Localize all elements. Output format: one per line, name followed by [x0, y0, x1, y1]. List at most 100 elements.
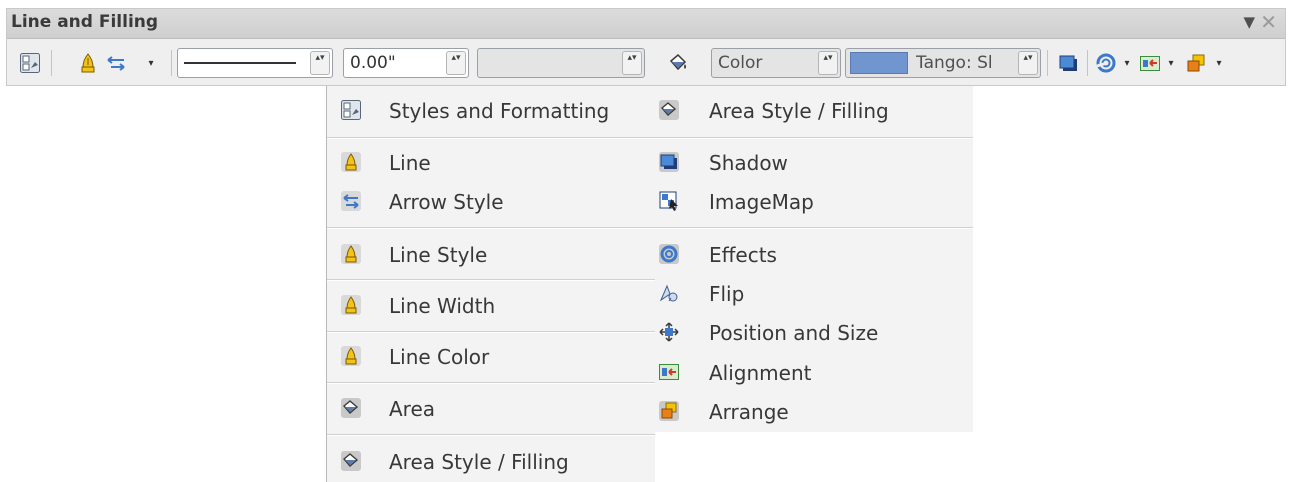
- menu-separator: [327, 331, 655, 333]
- arrow-style-dropdown[interactable]: ▾: [145, 54, 157, 72]
- menu-item-label: Flip: [709, 282, 745, 306]
- flip-icon: [657, 281, 681, 305]
- position-and-size-icon: [657, 320, 681, 344]
- alignment-dropdown[interactable]: ▾: [1165, 54, 1177, 72]
- area-color-value: Tango: Sl: [916, 53, 993, 73]
- menu-item-effects[interactable]: Effects: [655, 234, 973, 274]
- line-style-select[interactable]: ▴▾: [177, 48, 333, 78]
- menu-item-alignment[interactable]: Alignment: [655, 352, 973, 392]
- menu-item-label: Position and Size: [709, 321, 879, 345]
- menu-item-shadow[interactable]: Shadow: [655, 142, 973, 182]
- menu-separator: [327, 279, 655, 281]
- toolbar-titlebar[interactable]: Line and Filling ▼ ✕: [7, 9, 1285, 39]
- styles-and-formatting-icon: [20, 53, 40, 73]
- menu-item-flip[interactable]: Flip: [655, 273, 973, 313]
- toolbar-menu-left-column: Styles and Formatting Line Arrow Style L…: [326, 86, 655, 482]
- menu-separator: [327, 382, 655, 384]
- menu-item-label: Arrow Style: [389, 190, 504, 214]
- menu-item-styles-and-formatting[interactable]: Styles and Formatting: [327, 90, 655, 130]
- styles-and-formatting-button[interactable]: [17, 50, 43, 76]
- line-icon: [339, 150, 363, 174]
- line-color-spin[interactable]: ▴▾: [622, 51, 642, 75]
- menu-item-label: Line Style: [389, 243, 488, 267]
- menu-item-label: Alignment: [709, 361, 812, 385]
- arrange-button[interactable]: [1183, 50, 1209, 76]
- menu-item-area[interactable]: Area: [327, 388, 655, 428]
- alignment-button[interactable]: [1137, 50, 1163, 76]
- menu-item-line[interactable]: Line: [327, 142, 655, 182]
- line-width-icon: [339, 293, 363, 317]
- effects-button[interactable]: [1093, 50, 1119, 76]
- styles-and-formatting-icon: [339, 98, 363, 122]
- menu-item-label: Line: [389, 151, 431, 175]
- menu-item-label: Area Style / Filling: [709, 99, 889, 123]
- area-icon: [339, 396, 363, 420]
- line-color-select[interactable]: ▴▾: [477, 48, 645, 78]
- area-type-value: Color: [718, 53, 763, 73]
- menu-item-line-width[interactable]: Line Width: [327, 285, 655, 325]
- arrange-icon: [1187, 54, 1205, 72]
- area-style-filling-icon: [657, 98, 681, 122]
- effects-icon: [1096, 53, 1116, 73]
- menu-item-label: Line Color: [389, 345, 490, 369]
- shadow-icon: [657, 150, 681, 174]
- line-width-field[interactable]: 0.00" ▴▾: [343, 48, 469, 78]
- menu-item-imagemap[interactable]: ImageMap: [655, 181, 973, 221]
- line-width-value: 0.00": [350, 53, 396, 73]
- arrange-icon: [657, 399, 681, 423]
- toolbar-separator: [51, 50, 52, 76]
- menu-item-label: Arrange: [709, 400, 789, 424]
- menu-item-area-style-filling[interactable]: Area Style / Filling: [655, 90, 973, 130]
- menu-separator: [327, 227, 655, 229]
- menu-item-position-and-size[interactable]: Position and Size: [655, 312, 973, 352]
- arrow-style-button[interactable]: [103, 50, 129, 76]
- toolbar-separator: [1047, 50, 1048, 76]
- menu-item-label: Area: [389, 397, 436, 421]
- line-icon: [81, 53, 95, 73]
- line-style-icon: [339, 242, 363, 266]
- menu-separator: [327, 434, 655, 436]
- menu-item-arrange[interactable]: Arrange: [655, 391, 973, 431]
- area-type-select[interactable]: Color ▴▾: [711, 48, 841, 78]
- menu-item-line-style[interactable]: Line Style: [327, 234, 655, 274]
- area-style-filling-button[interactable]: [665, 50, 691, 76]
- imagemap-icon: [657, 189, 681, 213]
- line-color-icon: [339, 344, 363, 368]
- menu-item-label: Shadow: [709, 151, 788, 175]
- toolbar-separator: [1087, 50, 1088, 76]
- alignment-icon: [657, 360, 681, 384]
- menu-item-arrow-style[interactable]: Arrow Style: [327, 181, 655, 221]
- area-type-spin[interactable]: ▴▾: [818, 51, 838, 75]
- area-style-filling-icon: [339, 449, 363, 473]
- alignment-icon: [1140, 56, 1160, 71]
- menu-item-label: Line Width: [389, 294, 496, 318]
- arrow-style-icon: [107, 56, 125, 71]
- toolbar-menu-arrow-icon[interactable]: ▼: [1243, 13, 1255, 31]
- menu-item-label: Styles and Formatting: [389, 99, 610, 123]
- toolbar-separator: [171, 50, 172, 76]
- shadow-button[interactable]: [1055, 50, 1081, 76]
- menu-item-label: ImageMap: [709, 190, 814, 214]
- toolbar-row: ▾ ▴▾ 0.00" ▴▾ ▴▾ Color ▴▾ Tango: Sl ▴▾ ▾…: [7, 40, 1285, 86]
- line-style-sample: [184, 62, 296, 64]
- menu-separator: [327, 137, 655, 139]
- line-button[interactable]: [75, 50, 101, 76]
- menu-item-area-style-filling[interactable]: Area Style / Filling: [327, 441, 655, 481]
- close-icon[interactable]: ✕: [1260, 10, 1277, 34]
- toolbar-menu-right-column: Area Style / Filling Shadow ImageMap Eff…: [655, 86, 973, 432]
- area-color-select[interactable]: Tango: Sl ▴▾: [845, 48, 1041, 78]
- line-style-spin[interactable]: ▴▾: [310, 51, 330, 75]
- line-width-spin[interactable]: ▴▾: [446, 51, 466, 75]
- shadow-icon: [1059, 55, 1077, 71]
- arrow-style-icon: [339, 189, 363, 213]
- area-color-swatch: [850, 52, 908, 74]
- menu-item-line-color[interactable]: Line Color: [327, 336, 655, 376]
- effects-dropdown[interactable]: ▾: [1121, 54, 1133, 72]
- menu-separator: [655, 227, 973, 229]
- menu-item-label: Area Style / Filling: [389, 450, 569, 474]
- toolbar-title: Line and Filling: [11, 12, 159, 32]
- area-color-spin[interactable]: ▴▾: [1018, 51, 1038, 75]
- menu-item-label: Effects: [709, 243, 777, 267]
- arrange-dropdown[interactable]: ▾: [1213, 54, 1225, 72]
- effects-icon: [657, 242, 681, 266]
